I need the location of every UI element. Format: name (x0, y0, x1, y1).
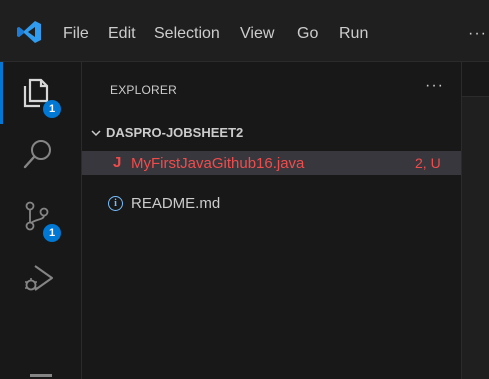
file-name: MyFirstJavaGithub16.java (131, 155, 305, 172)
menu-view[interactable]: View (240, 24, 274, 44)
editor-tab-bar (462, 62, 489, 97)
source-control-badge: 1 (43, 224, 61, 242)
activity-search[interactable] (0, 124, 82, 186)
chevron-down-icon (91, 130, 101, 137)
activity-source-control[interactable]: 1 (0, 186, 82, 248)
explorer-sidebar: EXPLORER ··· DASPRO-JOBSHEET2 J MyFirstJ… (82, 62, 461, 379)
menu-overflow-button[interactable]: ··· (468, 24, 487, 44)
menu-bar: File Edit Selection View Go Run ··· (0, 0, 489, 62)
menu-file[interactable]: File (63, 24, 89, 44)
file-item-readme[interactable]: i README.md (82, 191, 461, 215)
java-file-icon: J (113, 154, 122, 171)
menu-go[interactable]: Go (297, 24, 318, 44)
file-name: README.md (131, 195, 221, 212)
activity-bar: 1 1 (0, 62, 82, 379)
menu-edit[interactable]: Edit (108, 24, 136, 44)
explorer-badge: 1 (43, 100, 61, 118)
explorer-title: EXPLORER (110, 83, 177, 97)
activity-extensions[interactable] (0, 362, 82, 379)
menu-run[interactable]: Run (339, 24, 368, 44)
editor-area (461, 62, 489, 379)
activity-explorer[interactable]: 1 (0, 62, 82, 124)
activity-run-debug[interactable] (0, 248, 82, 310)
folder-name: DASPRO-JOBSHEET2 (106, 125, 244, 140)
vscode-logo-icon (17, 21, 41, 43)
run-debug-icon (25, 265, 53, 291)
folder-header[interactable]: DASPRO-JOBSHEET2 (82, 122, 461, 144)
more-actions-icon[interactable]: ··· (425, 77, 444, 95)
menu-selection[interactable]: Selection (154, 24, 220, 44)
info-icon: i (108, 196, 123, 211)
extensions-icon (30, 374, 52, 377)
search-icon (23, 140, 51, 169)
file-item-java[interactable]: J MyFirstJavaGithub16.java 2, U (82, 151, 461, 175)
file-status-badge: 2, U (415, 155, 441, 171)
